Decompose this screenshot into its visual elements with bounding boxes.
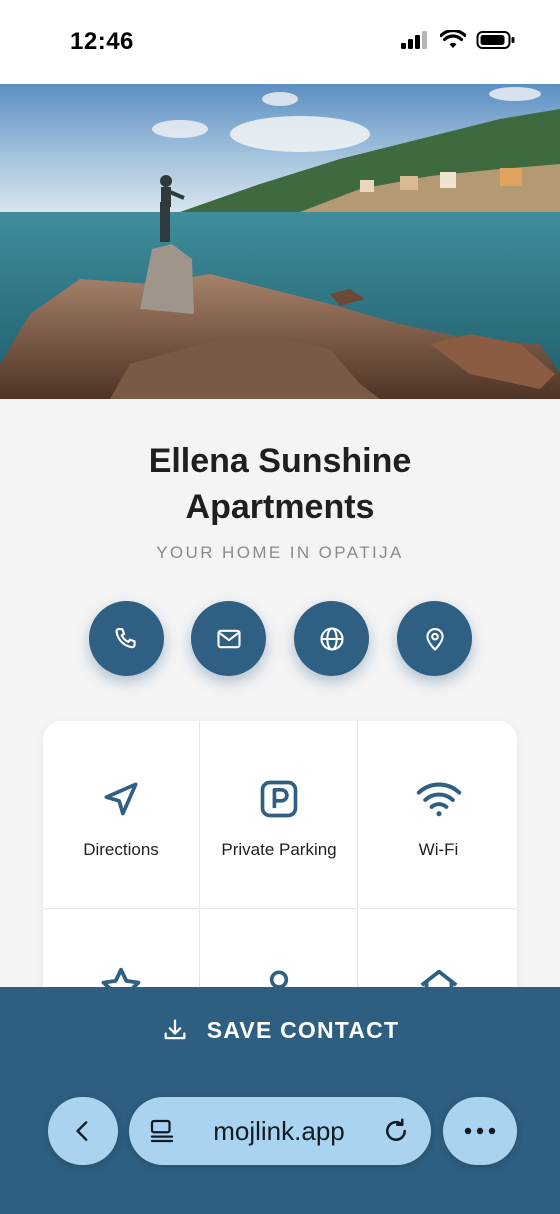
- cellular-signal-icon: [401, 31, 427, 49]
- globe-icon: [319, 626, 344, 651]
- more-button[interactable]: [443, 1097, 517, 1165]
- status-icons: [400, 30, 516, 50]
- status-bar: 12:46: [0, 0, 560, 84]
- battery-icon: [476, 31, 515, 49]
- phone-icon: [114, 627, 136, 648]
- page-menu-icon: [150, 1119, 174, 1143]
- email-button[interactable]: [191, 601, 266, 676]
- page-subtitle: YOUR HOME IN OPATIJA: [156, 543, 404, 562]
- grid-item-label: Directions: [83, 840, 159, 859]
- ellipsis-icon: [464, 1127, 496, 1135]
- grid-item-parking[interactable]: Private Parking: [201, 721, 358, 909]
- grid-item-wifi[interactable]: Wi-Fi: [360, 721, 517, 909]
- hero-image: [0, 84, 560, 399]
- page-title: Ellena Sunshine Apartments: [148, 442, 412, 526]
- grid-item-label: Wi-Fi: [418, 840, 459, 859]
- location-pin-icon: [425, 627, 444, 651]
- back-button[interactable]: [48, 1097, 118, 1165]
- mail-icon: [216, 629, 241, 648]
- address-bar[interactable]: mojlink.app: [129, 1097, 431, 1165]
- hero-photo: [0, 84, 560, 399]
- grid-item-directions[interactable]: Directions: [43, 721, 200, 909]
- call-button[interactable]: [89, 601, 164, 676]
- navigation-arrow-icon: [104, 782, 138, 816]
- wifi-icon: [416, 782, 461, 817]
- wifi-status-icon: [440, 30, 466, 48]
- browser-toolbar: mojlink.app: [0, 1097, 560, 1165]
- grid-item-label: Private Parking: [221, 840, 337, 859]
- save-contact-button[interactable]: SAVE CONTACT: [0, 1013, 560, 1047]
- save-contact-label: SAVE CONTACT: [206, 1016, 400, 1043]
- quick-actions: [89, 601, 472, 677]
- status-time: 12:46: [70, 28, 134, 55]
- reload-icon[interactable]: [381, 1116, 411, 1146]
- parking-icon: [260, 780, 298, 818]
- map-button[interactable]: [397, 601, 472, 676]
- download-icon: [164, 1019, 186, 1040]
- url-text: mojlink.app: [213, 1115, 345, 1146]
- website-button[interactable]: [294, 601, 369, 676]
- chevron-left-icon: [76, 1121, 88, 1141]
